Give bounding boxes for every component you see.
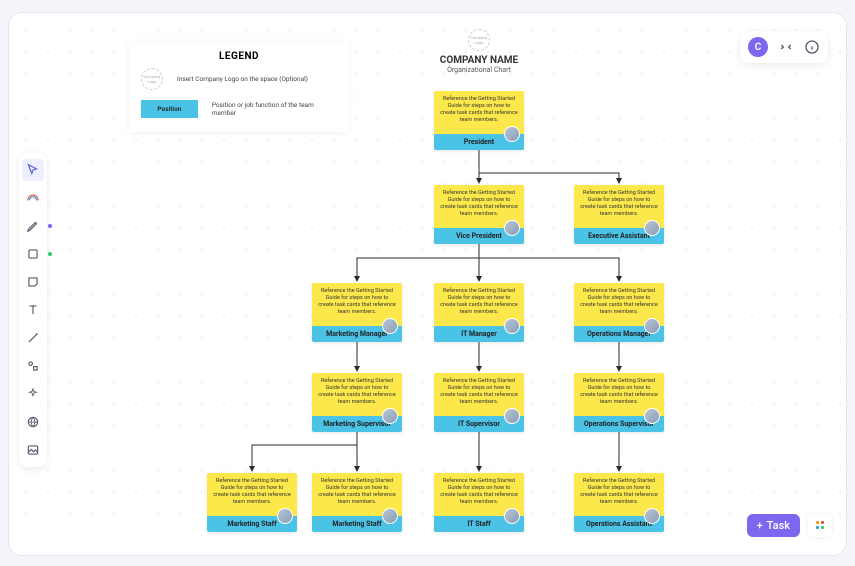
card-ea[interactable]: Reference the Getting Started Guide for … [574, 185, 664, 244]
card-hint: Reference the Getting Started Guide for … [440, 190, 518, 217]
legend-box[interactable]: LEGEND Company Logo Insert Company Logo … [129, 41, 349, 132]
company-subtitle: Organizational Chart [434, 66, 524, 74]
avatar [382, 508, 398, 524]
card-ops-mgr[interactable]: Reference the Getting Started Guide for … [574, 283, 664, 342]
diagram-content[interactable]: LEGEND Company Logo Insert Company Logo … [9, 13, 846, 555]
avatar [644, 508, 660, 524]
card-hint: Reference the Getting Started Guide for … [440, 378, 518, 405]
card-it-staff[interactable]: Reference the Getting Started Guide for … [434, 473, 524, 532]
card-mkt-staff-1[interactable]: Reference the Getting Started Guide for … [207, 473, 297, 532]
card-mkt-sup[interactable]: Reference the Getting Started Guide for … [312, 373, 402, 432]
legend-position-desc: Position or job function of the team mem… [212, 101, 337, 118]
card-hint: Reference the Getting Started Guide for … [440, 96, 518, 123]
card-president[interactable]: Reference the Getting Started Guide for … [434, 91, 524, 150]
avatar [644, 220, 660, 236]
card-it-mgr[interactable]: Reference the Getting Started Guide for … [434, 283, 524, 342]
canvas-frame: C + Task LEGEND Company Logo Insert Comp… [8, 12, 847, 556]
card-hint: Reference the Getting Started Guide for … [318, 288, 396, 315]
avatar [504, 318, 520, 334]
legend-title: LEGEND [141, 51, 337, 62]
avatar [504, 508, 520, 524]
card-hint: Reference the Getting Started Guide for … [580, 288, 658, 315]
avatar [382, 408, 398, 424]
card-hint: Reference the Getting Started Guide for … [580, 478, 658, 505]
card-vp[interactable]: Reference the Getting Started Guide for … [434, 185, 524, 244]
legend-position-chip: Position [141, 100, 198, 118]
card-hint: Reference the Getting Started Guide for … [580, 190, 658, 217]
card-hint: Reference the Getting Started Guide for … [440, 288, 518, 315]
company-name: COMPANY NAME [434, 55, 524, 66]
avatar [644, 408, 660, 424]
card-ops-sup[interactable]: Reference the Getting Started Guide for … [574, 373, 664, 432]
avatar [277, 508, 293, 524]
company-header: Company Logo COMPANY NAME Organizational… [434, 29, 524, 74]
card-mkt-mgr[interactable]: Reference the Getting Started Guide for … [312, 283, 402, 342]
legend-logo-placeholder: Company Logo [141, 68, 163, 90]
avatar [504, 408, 520, 424]
card-mkt-staff-2[interactable]: Reference the Getting Started Guide for … [312, 473, 402, 532]
card-hint: Reference the Getting Started Guide for … [213, 478, 291, 505]
card-hint: Reference the Getting Started Guide for … [318, 378, 396, 405]
avatar [382, 318, 398, 334]
company-logo-placeholder: Company Logo [468, 29, 490, 51]
card-hint: Reference the Getting Started Guide for … [440, 478, 518, 505]
avatar [644, 318, 660, 334]
legend-logo-desc: Insert Company Logo on the space (Option… [177, 75, 308, 83]
card-ops-asst[interactable]: Reference the Getting Started Guide for … [574, 473, 664, 532]
avatar [504, 220, 520, 236]
card-hint: Reference the Getting Started Guide for … [580, 378, 658, 405]
avatar [504, 126, 520, 142]
card-hint: Reference the Getting Started Guide for … [318, 478, 396, 505]
card-it-sup[interactable]: Reference the Getting Started Guide for … [434, 373, 524, 432]
